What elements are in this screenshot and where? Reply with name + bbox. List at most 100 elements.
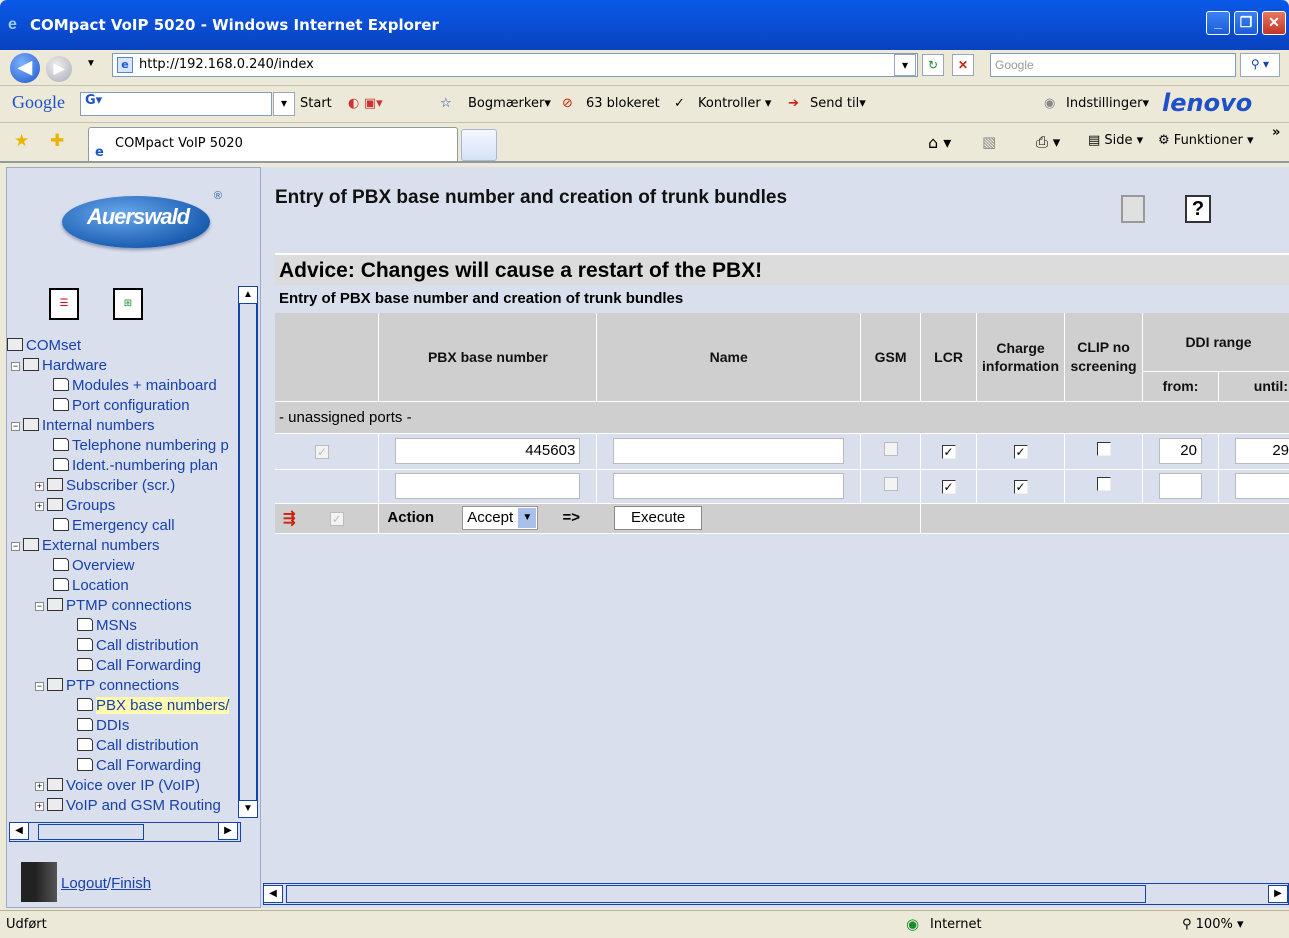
- tree-horizontal-scrollbar[interactable]: ◀ ▶: [9, 822, 241, 842]
- select-all-checkbox[interactable]: ✓: [329, 512, 344, 526]
- tree-item-ident-numbering[interactable]: Ident.-numbering plan: [53, 456, 218, 476]
- row2-clip-checkbox[interactable]: [1096, 477, 1111, 491]
- feeds-icon[interactable]: ▧: [982, 133, 996, 151]
- maximize-button[interactable]: ❐: [1234, 11, 1258, 35]
- tree-item-internal-numbers[interactable]: − Internal numbers: [11, 416, 155, 436]
- row2-lcr-checkbox[interactable]: ✓: [941, 479, 956, 494]
- url-input[interactable]: e http://192.168.0.240/index: [112, 53, 918, 77]
- tree-item-voip[interactable]: + Voice over IP (VoIP): [35, 776, 200, 796]
- back-button[interactable]: ◀: [10, 53, 40, 83]
- tree-item-hardware[interactable]: − Hardware: [11, 356, 107, 376]
- pagerank-icon[interactable]: ◐ ▣▾: [348, 96, 383, 111]
- logout-link[interactable]: Logout: [61, 875, 107, 892]
- tree-item-modules[interactable]: Modules + mainboard: [53, 376, 217, 396]
- popup-blocker-icon: ⊘: [562, 96, 573, 111]
- main-scroll-left-icon[interactable]: ◀: [263, 885, 283, 903]
- search-icon[interactable]: ⚲ ▾: [1240, 53, 1280, 77]
- tree-view-icon[interactable]: ⊞: [113, 288, 143, 320]
- tree-item-external-numbers[interactable]: − External numbers: [11, 536, 160, 556]
- search-input[interactable]: Google: [990, 53, 1236, 77]
- tree-item-pbx-base-numbers[interactable]: PBX base numbers/: [77, 696, 230, 716]
- home-icon[interactable]: ⌂ ▾: [928, 133, 951, 152]
- tree-item-subscriber[interactable]: + Subscriber (scr.): [35, 476, 175, 496]
- google-dropdown-icon[interactable]: ▾: [273, 92, 295, 116]
- print-icon[interactable]: ⎙ ▾: [1036, 133, 1060, 151]
- select-dropdown-icon[interactable]: ▼: [518, 508, 537, 528]
- help-icon[interactable]: ?: [1185, 195, 1211, 223]
- zone-label: Internet: [930, 917, 982, 932]
- send-button[interactable]: Send til▾: [810, 96, 866, 111]
- row1-charge-checkbox[interactable]: ✓: [1013, 444, 1028, 459]
- star-icon[interactable]: ☆: [440, 96, 452, 111]
- tree-item-ddis[interactable]: DDIs: [77, 716, 129, 736]
- scroll-thumb[interactable]: [38, 824, 144, 840]
- refresh-icon[interactable]: ↻: [922, 54, 944, 76]
- row2-charge-checkbox[interactable]: ✓: [1013, 479, 1028, 494]
- scroll-down-icon[interactable]: ▼: [238, 800, 258, 818]
- tree-item-overview[interactable]: Overview: [53, 556, 135, 576]
- row2-gsm-checkbox[interactable]: [883, 477, 898, 491]
- google-toolbar: Google G▾ ▾ Start ◐ ▣▾ ☆ Bogmærker▾ ⊘ 63…: [0, 87, 1289, 123]
- tree-item-voip-gsm-routing[interactable]: + VoIP and GSM Routing: [35, 796, 221, 816]
- new-tab-button[interactable]: [461, 129, 497, 161]
- col-select: [275, 313, 380, 402]
- row1-ddi-from-input[interactable]: 20: [1159, 438, 1202, 464]
- tree-item-ptmp-connections[interactable]: − PTMP connections: [35, 596, 192, 616]
- tree-item-groups[interactable]: + Groups: [35, 496, 115, 516]
- tree-item-ptp-connections[interactable]: − PTP connections: [35, 676, 179, 696]
- main-horizontal-scrollbar[interactable]: ◀ ▶: [263, 883, 1289, 905]
- tree-item-ptp-call-distribution[interactable]: Call distribution: [77, 736, 199, 756]
- main-scroll-right-icon[interactable]: ▶: [1268, 885, 1288, 903]
- add-favorite-icon[interactable]: ✚: [50, 131, 64, 151]
- stop-icon[interactable]: ✕: [952, 54, 974, 76]
- history-dropdown-icon[interactable]: ▼: [86, 58, 96, 69]
- row2-name-input[interactable]: [613, 473, 845, 499]
- tree-item-comset[interactable]: COMset: [7, 336, 81, 356]
- blocked-button[interactable]: 63 blokeret: [586, 96, 660, 111]
- row2-ddi-until-input[interactable]: [1234, 473, 1289, 499]
- start-button[interactable]: Start: [300, 96, 332, 111]
- minimize-button[interactable]: _: [1206, 11, 1230, 35]
- tree-item-location[interactable]: Location: [53, 576, 129, 596]
- list-view-icon[interactable]: ☰: [49, 288, 79, 320]
- page-menu[interactable]: ▤ Side ▾: [1088, 133, 1143, 148]
- row2-base-number-input[interactable]: [395, 473, 581, 499]
- tree-item-port-configuration[interactable]: Port configuration: [53, 396, 190, 416]
- row2-ddi-from-input[interactable]: [1159, 473, 1202, 499]
- scroll-right-icon[interactable]: ▶: [218, 822, 238, 840]
- scroll-up-icon[interactable]: ▲: [238, 286, 258, 304]
- tree-item-ptp-call-forwarding[interactable]: Call Forwarding: [77, 756, 201, 776]
- zoom-value: 100%: [1195, 917, 1233, 932]
- main-scroll-thumb[interactable]: [286, 885, 1146, 903]
- row1-gsm-checkbox[interactable]: [883, 442, 898, 456]
- url-dropdown-icon[interactable]: ▾: [894, 54, 916, 76]
- favorites-star-icon[interactable]: ★: [14, 131, 29, 151]
- tools-menu[interactable]: ⚙ Funktioner ▾: [1158, 133, 1254, 148]
- row1-name-input[interactable]: [613, 438, 845, 464]
- row1-ddi-until-input[interactable]: 29: [1234, 438, 1289, 464]
- save-icon[interactable]: [1121, 195, 1145, 223]
- finish-link[interactable]: Finish: [111, 875, 151, 892]
- action-select[interactable]: Accept ▼: [462, 506, 539, 530]
- forward-button[interactable]: ▶: [46, 56, 72, 82]
- tree-vertical-scrollbar[interactable]: ▲ ▼: [238, 286, 258, 818]
- check-button[interactable]: Kontroller ▾: [698, 96, 771, 111]
- google-search-input[interactable]: G▾: [80, 92, 272, 116]
- tree-item-msns[interactable]: MSNs: [77, 616, 137, 636]
- chevron-more-icon[interactable]: »: [1272, 125, 1280, 140]
- zoom-control[interactable]: ⚲ 100% ▾: [1182, 917, 1244, 932]
- tree-item-ptmp-call-distribution[interactable]: Call distribution: [77, 636, 199, 656]
- col-name: Name: [596, 313, 862, 402]
- tree-item-emergency-call[interactable]: Emergency call: [53, 516, 175, 536]
- scroll-left-icon[interactable]: ◀: [9, 822, 29, 840]
- row1-clip-checkbox[interactable]: [1096, 442, 1111, 456]
- tree-item-telephone-numbering[interactable]: Telephone numbering p: [53, 436, 229, 456]
- tree-item-ptmp-call-forwarding[interactable]: Call Forwarding: [77, 656, 201, 676]
- bookmarks-button[interactable]: Bogmærker▾: [468, 96, 551, 111]
- close-button[interactable]: ✕: [1262, 11, 1286, 35]
- row1-base-number-input[interactable]: 445603: [395, 438, 581, 464]
- row1-lcr-checkbox[interactable]: ✓: [941, 444, 956, 459]
- tab-compact[interactable]: e COMpact VoIP 5020: [88, 127, 458, 161]
- settings-button[interactable]: Indstillinger▾: [1066, 96, 1149, 111]
- execute-button[interactable]: Execute: [614, 506, 703, 530]
